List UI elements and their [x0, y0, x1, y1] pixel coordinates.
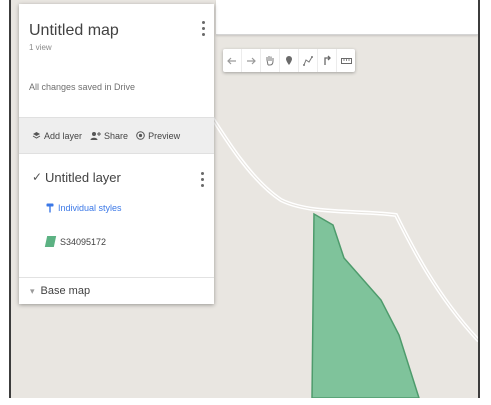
draw-line-button[interactable]	[299, 49, 318, 72]
feature-item[interactable]: S34095172	[44, 236, 107, 247]
polygon-swatch-icon	[44, 236, 57, 247]
add-marker-icon	[286, 56, 292, 65]
redo-icon	[247, 57, 256, 64]
panel-actions: Add layer Share Preview	[19, 117, 214, 154]
directions-icon	[324, 55, 331, 65]
add-marker-button[interactable]	[280, 49, 299, 72]
draw-line-icon	[303, 55, 313, 66]
layer-header: ✓ Untitled layer	[19, 169, 214, 189]
map-toolbar	[223, 49, 355, 72]
directions-button[interactable]	[318, 49, 337, 72]
pan-hand-button[interactable]	[261, 49, 280, 72]
add-layer-icon	[32, 132, 41, 139]
redo-button[interactable]	[242, 49, 261, 72]
map-legend-panel: Untitled map 1 view All changes saved in…	[19, 4, 214, 304]
preview-icon	[136, 131, 145, 140]
feature-name: S34095172	[60, 236, 107, 247]
browser-frame: Untitled map 1 view All changes saved in…	[9, 0, 480, 398]
expand-arrow-icon: ▾	[30, 285, 35, 296]
layer-options-menu-icon[interactable]	[201, 172, 205, 190]
search-bar[interactable]	[216, 0, 478, 35]
layer-name[interactable]: Untitled layer	[45, 170, 121, 185]
undo-icon	[227, 57, 236, 64]
view-count: 1 view	[29, 43, 52, 52]
pan-hand-icon	[266, 56, 274, 66]
share-button[interactable]: Share	[90, 131, 128, 141]
add-layer-label: Add layer	[44, 130, 83, 141]
share-label: Share	[104, 130, 129, 141]
add-layer-button[interactable]: Add layer	[32, 131, 82, 141]
share-icon	[90, 132, 102, 140]
map-options-menu-icon[interactable]	[202, 21, 206, 39]
basemap-section[interactable]: ▾ Base map	[19, 277, 214, 304]
preview-label: Preview	[148, 130, 181, 141]
map-title[interactable]: Untitled map	[29, 22, 119, 40]
basemap-label: Base map	[40, 285, 91, 297]
measure-ruler-icon	[340, 57, 352, 64]
layer-style-link[interactable]: Individual styles	[46, 203, 122, 213]
undo-button[interactable]	[223, 49, 242, 72]
preview-button[interactable]: Preview	[136, 131, 180, 141]
layer-visibility-checkbox[interactable]: ✓	[32, 171, 42, 183]
layer-style-label: Individual styles	[58, 203, 122, 213]
measure-button[interactable]	[337, 49, 355, 72]
save-status: All changes saved in Drive	[29, 82, 136, 92]
paint-roller-icon	[46, 203, 54, 213]
